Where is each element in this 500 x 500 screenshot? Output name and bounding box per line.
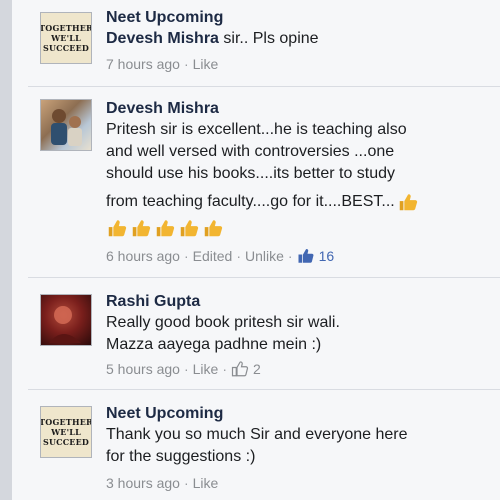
comment-body-line: Thank you so much Sir and everyone here [106, 426, 408, 443]
avatar[interactable]: Together We'll Succeed [40, 406, 92, 458]
comment-item: Together We'll Succeed Neet Upcoming Dev… [28, 0, 500, 87]
unlike-link[interactable]: Unlike [245, 247, 284, 265]
comment-item: Devesh Mishra Pritesh sir is excellent..… [28, 87, 500, 278]
thumbs-up-emoji-icon [180, 220, 199, 237]
timestamp[interactable]: 7 hours ago [106, 55, 180, 73]
comment-author[interactable]: Neet Upcoming [106, 404, 496, 424]
avatar-text-line: We'll [51, 427, 81, 437]
separator: · [183, 361, 189, 377]
like-count[interactable]: 2 [253, 360, 261, 378]
like-link[interactable]: Like [193, 55, 219, 73]
avatar-text-line: Succeed [42, 437, 90, 447]
separator: · [222, 361, 227, 377]
like-link[interactable]: Like [193, 474, 219, 492]
comment-body-line: for the suggestions :) [106, 448, 256, 465]
avatar[interactable]: Together We'll Succeed [40, 12, 92, 64]
comment-body-line: Really good book pritesh sir wali. [106, 314, 340, 331]
timestamp[interactable]: 3 hours ago [106, 474, 180, 492]
comment-text: Devesh Mishra sir.. Pls opine [106, 28, 496, 50]
separator: · [183, 56, 189, 72]
thumbs-up-emoji-icon [399, 194, 417, 211]
separator: · [287, 248, 293, 264]
thumbs-up-emoji-icon [204, 220, 223, 237]
thumbs-up-icon[interactable] [297, 247, 315, 265]
comment-body-line: should use his books....its better to st… [106, 165, 396, 182]
thumbs-up-emoji-icon [108, 220, 127, 237]
separator: · [183, 248, 189, 264]
emoji-row [106, 217, 496, 241]
comment-thread: Together We'll Succeed Neet Upcoming Dev… [28, 0, 500, 500]
avatar-image [51, 109, 82, 146]
avatar[interactable] [40, 99, 92, 151]
comment-meta: 7 hours ago · Like [106, 55, 496, 73]
avatar-text-line: Succeed [42, 43, 90, 53]
timestamp[interactable]: 5 hours ago [106, 360, 180, 378]
comment-author[interactable]: Devesh Mishra [106, 99, 496, 119]
avatar[interactable] [40, 294, 92, 346]
separator: · [236, 248, 241, 264]
thumbs-up-emoji-icon [132, 220, 151, 237]
avatar-text-line: We'll [51, 33, 81, 43]
comment-body-line-with-emoji: from teaching faculty....go for it....BE… [106, 191, 496, 213]
comment-item: Together We'll Succeed Neet Upcoming Tha… [28, 390, 500, 500]
comment-body-line: and well versed with controversies ...on… [106, 143, 395, 160]
comment-meta: 6 hours ago · Edited · Unlike · 16 [106, 247, 496, 265]
thumbs-up-emoji-icon [156, 220, 175, 237]
avatar-text-line: Together [40, 417, 92, 427]
avatar-text-line: Together [40, 23, 92, 33]
comment-item: Rashi Gupta Really good book pritesh sir… [28, 278, 500, 390]
comment-body-line: Mazza aayega padhne mein :) [106, 336, 322, 353]
comment-author[interactable]: Neet Upcoming [106, 8, 496, 28]
thumbs-up-icon[interactable] [231, 360, 249, 378]
comment-meta: 3 hours ago · Like [106, 474, 496, 492]
mentioned-user[interactable]: Devesh Mishra [106, 30, 219, 47]
comment-body-line: Pritesh sir is excellent...he is teachin… [106, 121, 407, 138]
like-link[interactable]: Like [193, 360, 219, 378]
avatar-image [49, 306, 81, 343]
comment-author[interactable]: Rashi Gupta [106, 292, 496, 312]
separator: · [183, 475, 189, 491]
timestamp[interactable]: 6 hours ago [106, 247, 180, 265]
left-edge-bar [0, 0, 12, 500]
edited-link[interactable]: Edited [193, 247, 233, 265]
comment-body: sir.. Pls opine [223, 30, 319, 47]
like-count[interactable]: 16 [319, 247, 335, 265]
comment-meta: 5 hours ago · Like · 2 [106, 360, 496, 378]
